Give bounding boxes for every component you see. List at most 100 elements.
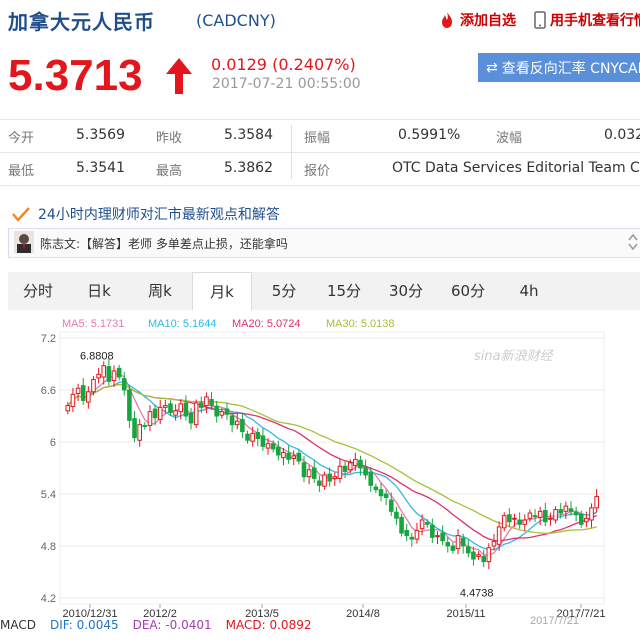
tab-60min[interactable]: 60分 bbox=[440, 272, 496, 310]
chart-grid bbox=[59, 331, 605, 605]
stat-value-open: 5.3569 bbox=[76, 127, 125, 143]
ma30-line bbox=[67, 383, 597, 534]
tab-weekly[interactable]: 周k bbox=[134, 272, 186, 310]
candle-up bbox=[101, 365, 107, 378]
tab-30min[interactable]: 30分 bbox=[380, 272, 432, 310]
candle-down bbox=[404, 529, 409, 537]
moving-average-lines bbox=[67, 373, 598, 556]
news-item[interactable]: 陈志文:【解答】老师 多单差点止损，还能拿吗 bbox=[40, 235, 288, 252]
candle-down bbox=[188, 412, 194, 424]
candle-down bbox=[532, 515, 538, 518]
candle-up bbox=[75, 387, 81, 394]
candle-down bbox=[152, 408, 158, 419]
candle-down bbox=[229, 415, 235, 426]
news-header[interactable]: 24小时内理财师对汇市最新观点和解答 bbox=[12, 204, 280, 224]
candle-down bbox=[106, 366, 112, 382]
scroll-arrows-icon[interactable] bbox=[628, 232, 638, 252]
stat-label-range: 波幅 bbox=[496, 131, 523, 146]
candle-up bbox=[476, 554, 481, 557]
candle-up bbox=[322, 474, 327, 487]
candle-up bbox=[250, 432, 255, 442]
candle-down bbox=[409, 536, 415, 540]
fire-icon bbox=[442, 12, 452, 28]
macd-title: MACD bbox=[0, 618, 36, 632]
stat-value-amplitude: 0.5991% bbox=[398, 127, 461, 143]
candle-down bbox=[245, 433, 250, 441]
add-favorite-button[interactable]: 添加自选 bbox=[438, 10, 516, 30]
candle-down bbox=[116, 367, 122, 378]
candle-up bbox=[163, 405, 168, 408]
y-tick-label: 4.8 bbox=[41, 541, 56, 553]
candle-down bbox=[270, 443, 276, 450]
macd-dif: DIF: 0.0045 bbox=[49, 618, 119, 632]
y-tick-label: 6 bbox=[50, 437, 56, 449]
chart-legend: MA5: 5.1731 MA10: 5.1644 MA20: 5.0724 MA30:… bbox=[62, 318, 395, 330]
legend-ma20: MA20: 5.0724 bbox=[232, 318, 301, 330]
candle-down bbox=[543, 509, 548, 523]
stat-label-open: 今开 bbox=[8, 131, 35, 146]
divider bbox=[0, 152, 640, 153]
tab-monthly[interactable]: 月k bbox=[192, 272, 252, 310]
candle-up bbox=[204, 396, 209, 407]
candle-down bbox=[383, 493, 389, 498]
candle-up bbox=[306, 469, 312, 478]
candle-up bbox=[537, 510, 543, 518]
tab-minute[interactable]: 分时 bbox=[12, 272, 64, 310]
y-axis: 7.2 6.6 6 5.4 4.8 4.2 bbox=[41, 333, 56, 605]
stat-value-range: 0.0321 bbox=[604, 127, 640, 143]
reverse-rate-label: 查看反向汇率 CNYCAD bbox=[501, 60, 640, 77]
candle-up bbox=[281, 451, 286, 459]
candle-down bbox=[573, 511, 579, 516]
tab-5min[interactable]: 5分 bbox=[258, 272, 310, 310]
up-arrow-icon bbox=[166, 58, 192, 94]
candle-down bbox=[132, 418, 137, 439]
candle-down bbox=[424, 522, 430, 525]
candle-up bbox=[589, 507, 594, 521]
candle-up bbox=[486, 547, 492, 563]
candle-up bbox=[419, 519, 425, 530]
candle-down bbox=[440, 532, 445, 542]
candle-up bbox=[553, 509, 558, 521]
candle-up bbox=[219, 411, 225, 416]
mobile-view-button[interactable]: 用手机查看行情 bbox=[534, 10, 640, 30]
candle-up bbox=[265, 443, 271, 449]
legend-ma30: MA30: 5.0138 bbox=[326, 318, 395, 330]
candle-down bbox=[358, 459, 363, 469]
candle-up bbox=[347, 462, 353, 471]
candle-up bbox=[455, 535, 461, 550]
chart-annotations: 6.8808 4.4738 2017/7/21 bbox=[80, 351, 579, 627]
candle-down bbox=[558, 509, 564, 514]
candle-down bbox=[286, 452, 291, 460]
watermark: sina新浪财经 bbox=[474, 348, 555, 364]
reverse-rate-button[interactable]: ⇄ 查看反向汇率 CNYCAD bbox=[478, 53, 640, 82]
stat-value-low: 5.3541 bbox=[76, 160, 125, 176]
candle-down bbox=[460, 537, 466, 547]
tab-15min[interactable]: 15分 bbox=[318, 272, 370, 310]
candle-down bbox=[311, 467, 317, 479]
candle-up bbox=[178, 403, 184, 413]
candle-up bbox=[65, 405, 71, 412]
candle-down bbox=[296, 452, 302, 462]
candle-up bbox=[512, 517, 517, 520]
candle-up bbox=[96, 373, 101, 379]
candle-down bbox=[342, 465, 348, 472]
candle-up bbox=[527, 512, 533, 519]
y-tick-label: 7.2 bbox=[41, 333, 56, 345]
price-change: 0.0129 (0.2407%) bbox=[211, 55, 356, 74]
check-mark-icon bbox=[12, 207, 30, 222]
candle-up bbox=[173, 410, 178, 416]
candle-up bbox=[234, 420, 240, 426]
candle-down bbox=[80, 385, 86, 401]
tab-4h[interactable]: 4h bbox=[504, 272, 554, 310]
kline-chart[interactable]: MA5: 5.1731 MA10: 5.1644 MA20: 5.0724 MA30:… bbox=[0, 310, 640, 641]
quote-timestamp: 2017-07-21 00:55:00 bbox=[212, 76, 361, 92]
stat-value-prev-close: 5.3584 bbox=[224, 127, 273, 143]
candle-up bbox=[137, 424, 142, 441]
candle-down bbox=[224, 408, 230, 415]
candle-down bbox=[276, 446, 281, 456]
divider bbox=[0, 119, 640, 120]
tab-daily[interactable]: 日k bbox=[74, 272, 124, 310]
candle-up bbox=[435, 535, 440, 538]
annotation-low: 4.4738 bbox=[460, 587, 494, 599]
candle-down bbox=[209, 399, 214, 407]
